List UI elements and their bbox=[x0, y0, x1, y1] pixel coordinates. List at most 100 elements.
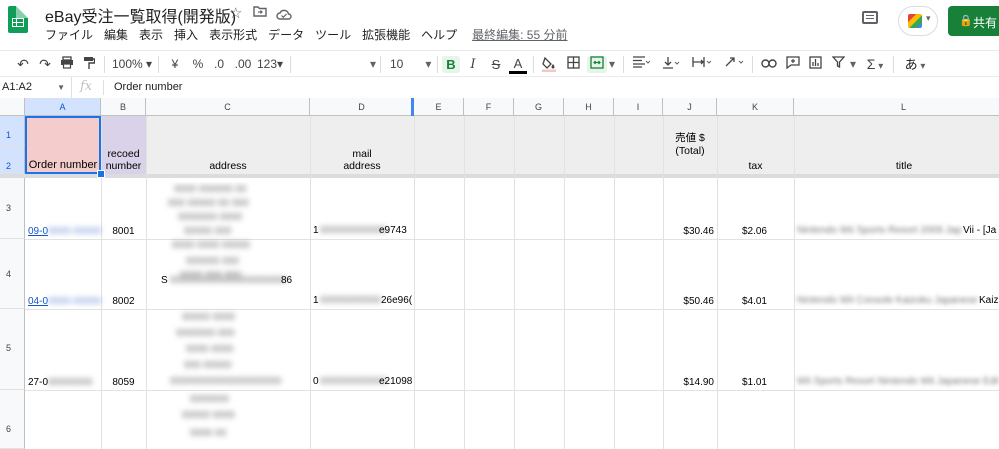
meet-button[interactable]: ▾ bbox=[898, 6, 938, 36]
select-all-corner[interactable] bbox=[0, 98, 25, 116]
star-icon[interactable]: ☆ bbox=[229, 4, 242, 22]
menu-view[interactable]: 表示 bbox=[139, 26, 163, 44]
sheets-logo-icon[interactable] bbox=[8, 6, 28, 33]
column-header-g[interactable]: G bbox=[514, 98, 564, 116]
order-number-link[interactable]: 09-0 bbox=[28, 226, 48, 238]
filter-icon[interactable] bbox=[829, 56, 847, 73]
header-address: address bbox=[209, 160, 247, 172]
column-header-b[interactable]: B bbox=[101, 98, 146, 116]
frozen-row-divider[interactable] bbox=[0, 174, 999, 178]
title-blurred: Wii Sports Resort Nintendo Wii Japanese … bbox=[797, 376, 999, 387]
paint-format-icon[interactable] bbox=[80, 56, 98, 73]
toolbar: ↶ ↷ 100% ▾ ¥ % .0 .00 123▾ ▾ 10 ▾ B I S A… bbox=[0, 50, 999, 77]
address-prefix: S bbox=[161, 275, 168, 286]
chevron-down-icon: ▾ bbox=[926, 14, 931, 24]
column-header-a[interactable]: A bbox=[25, 98, 101, 116]
folder-move-icon[interactable] bbox=[253, 5, 267, 21]
print-icon[interactable] bbox=[58, 56, 76, 73]
column-header-f[interactable]: F bbox=[464, 98, 514, 116]
borders-icon[interactable] bbox=[564, 56, 582, 73]
formula-input[interactable]: Order number bbox=[114, 77, 182, 98]
document-title[interactable]: eBay受注一覧取得(開発版) bbox=[45, 3, 236, 27]
spreadsheet-grid[interactable]: A B C D E F G H I J K L 1 2 3 4 5 6 Orde… bbox=[0, 98, 999, 449]
header-record-number-line1: recoed bbox=[107, 148, 140, 160]
last-edit-link[interactable]: 最終編集: 55 分前 bbox=[472, 26, 567, 44]
insert-link-icon[interactable] bbox=[760, 56, 778, 73]
redo-icon[interactable]: ↷ bbox=[36, 56, 54, 73]
address-cell-blurred: 0000 000000 00 000 00000 00 000 0000000 … bbox=[168, 184, 282, 439]
row-header-4[interactable]: 4 bbox=[0, 239, 25, 309]
text-color-button[interactable]: A bbox=[509, 56, 527, 74]
zoom-select[interactable]: 100% ▾ bbox=[112, 56, 152, 73]
merge-cells-icon[interactable] bbox=[587, 56, 607, 73]
functions-icon[interactable]: Σ ▾ bbox=[863, 56, 887, 73]
row-header-3[interactable]: 3 bbox=[0, 178, 25, 239]
text-rotation-icon[interactable] bbox=[722, 56, 746, 73]
font-family-select[interactable]: ▾ bbox=[296, 56, 376, 73]
input-tools-button[interactable]: あ ▾ bbox=[900, 56, 930, 73]
currency-format-button[interactable]: ¥ bbox=[168, 56, 182, 73]
order-number-blurred: 00000000 bbox=[48, 377, 93, 388]
menu-format[interactable]: 表示形式 bbox=[209, 26, 257, 44]
insert-comment-icon[interactable] bbox=[784, 56, 802, 73]
insert-chart-icon[interactable] bbox=[806, 56, 824, 73]
order-number: 27-0 bbox=[28, 377, 49, 388]
column-header-h[interactable]: H bbox=[564, 98, 614, 116]
row-header-2[interactable]: 2 bbox=[0, 145, 25, 174]
mail-prefix: 0 bbox=[313, 376, 319, 387]
column-header-e[interactable]: E bbox=[414, 98, 464, 116]
title-blurred: Nintendo Wii Sports Resort 2009 Japanese bbox=[797, 225, 962, 236]
header-mail-address-line1: mail bbox=[352, 148, 372, 160]
lock-icon: 🔒 bbox=[959, 15, 973, 27]
merge-cells-dropdown[interactable]: ▾ bbox=[607, 56, 617, 73]
header-tax: tax bbox=[748, 160, 763, 172]
row-header-5[interactable]: 5 bbox=[0, 309, 25, 390]
menu-tools[interactable]: ツール bbox=[315, 26, 351, 44]
column-header-j[interactable]: J bbox=[663, 98, 717, 116]
column-header-c[interactable]: C bbox=[146, 98, 310, 116]
column-header-k[interactable]: K bbox=[717, 98, 794, 116]
column-header-i[interactable]: I bbox=[614, 98, 663, 116]
function-icon: fx bbox=[80, 79, 93, 94]
row-header-6[interactable]: 6 bbox=[0, 390, 25, 449]
price-cell: $14.90 bbox=[683, 377, 714, 388]
menu-file[interactable]: ファイル bbox=[45, 26, 93, 44]
text-wrap-icon[interactable] bbox=[690, 56, 714, 73]
cloud-status-icon[interactable] bbox=[276, 6, 292, 24]
horizontal-align-icon[interactable] bbox=[630, 56, 652, 73]
mail-suffix: e9743 bbox=[379, 225, 407, 236]
share-button[interactable]: 🔒 共有 bbox=[948, 6, 999, 36]
menu-help[interactable]: ヘルプ bbox=[421, 26, 457, 44]
italic-button[interactable]: I bbox=[465, 56, 481, 73]
tax-cell: $1.01 bbox=[741, 377, 767, 388]
header-title: title bbox=[895, 160, 913, 172]
strikethrough-button[interactable]: S bbox=[488, 56, 504, 73]
menu-bar: ファイル 編集 表示 挿入 表示形式 データ ツール 拡張機能 ヘルプ 最終編集… bbox=[45, 26, 579, 44]
comment-history-icon[interactable] bbox=[862, 11, 878, 24]
increase-decimal-button[interactable]: .00 bbox=[234, 56, 252, 73]
column-header-d[interactable]: D bbox=[310, 98, 414, 116]
menu-data[interactable]: データ bbox=[268, 26, 304, 44]
column-header-l[interactable]: L bbox=[794, 98, 999, 116]
row-header-1[interactable]: 1 bbox=[0, 116, 25, 145]
font-size-select[interactable]: 10 ▾ bbox=[386, 56, 434, 73]
decrease-decimal-button[interactable]: .0 bbox=[211, 56, 227, 73]
header-mail-address-line2: address bbox=[343, 160, 381, 172]
order-number-link[interactable]: 04-0 bbox=[28, 296, 48, 308]
undo-icon[interactable]: ↶ bbox=[14, 56, 32, 73]
more-formats-select[interactable]: 123▾ bbox=[256, 56, 284, 73]
price-cell: $50.46 bbox=[683, 296, 714, 307]
record-number: 8001 bbox=[112, 226, 135, 237]
name-box[interactable]: A1:A2 ▼ bbox=[0, 77, 72, 98]
column-resize-handle[interactable] bbox=[411, 98, 414, 116]
filter-dropdown[interactable]: ▾ bbox=[848, 56, 858, 73]
menu-extensions[interactable]: 拡張機能 bbox=[362, 26, 410, 44]
percent-format-button[interactable]: % bbox=[191, 56, 205, 73]
menu-insert[interactable]: 挿入 bbox=[174, 26, 198, 44]
menu-edit[interactable]: 編集 bbox=[104, 26, 128, 44]
meet-camera-icon bbox=[908, 14, 922, 28]
fill-color-icon[interactable] bbox=[540, 56, 558, 73]
vertical-align-icon[interactable] bbox=[660, 56, 682, 73]
title-blurred: Nintendo Wii Console Kaizoku Japanese Ed… bbox=[797, 295, 977, 306]
bold-button[interactable]: B bbox=[442, 56, 460, 73]
